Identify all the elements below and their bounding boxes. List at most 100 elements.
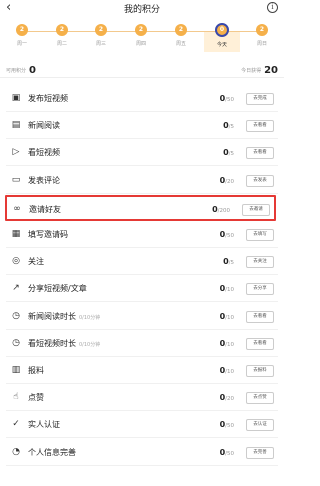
page-title: 我的积分	[123, 5, 160, 15]
task-row[interactable]: ◷ 新闻阅读时长 0/10分钟 0/10 去看看	[6, 304, 278, 330]
task-action-button[interactable]: 去发表	[246, 175, 274, 187]
day-marker: 2 周四	[126, 24, 156, 47]
task-row[interactable]: ✓ 实人认证 0/50 去认证	[6, 412, 278, 438]
today-earned-label: 今日获得	[241, 68, 262, 74]
task-label: 新闻阅读时长 0/10分钟	[28, 312, 101, 321]
available-points-label: 可用积分	[6, 68, 27, 74]
day-points-dot: 2	[135, 24, 147, 36]
task-score: 0/20	[219, 393, 234, 402]
day-marker: 2 周二	[47, 24, 77, 47]
task-score: 0/50	[219, 230, 234, 239]
task-score: 0/10	[219, 366, 234, 375]
day-marker: 2 周三	[86, 24, 116, 47]
day-label: 周一	[16, 41, 27, 47]
task-score: 0/10	[219, 284, 234, 293]
task-action-button[interactable]: 去填写	[246, 229, 274, 241]
task-score: 0/5	[223, 148, 234, 157]
task-action-button[interactable]: 去认证	[246, 419, 274, 431]
task-score: 0/50	[219, 448, 234, 457]
task-score: 0/5	[223, 121, 234, 130]
info-icon[interactable]: i	[267, 2, 278, 13]
invite-icon: ∞	[13, 204, 21, 214]
news-icon: ▤	[11, 120, 21, 130]
task-action-button[interactable]: 去点赞	[246, 392, 274, 404]
task-row[interactable]: ◔ 个人信息完善 0/50 去完善	[6, 440, 278, 466]
keyboard-icon: ▦	[11, 229, 21, 239]
task-action-button[interactable]: 去分享	[246, 283, 274, 295]
profile-icon: ◔	[12, 447, 20, 457]
video-timer-icon: ◷	[12, 338, 20, 348]
follow-icon: ◎	[12, 256, 20, 266]
task-label: 填写邀请码	[28, 230, 68, 239]
day-points-dot: 2	[95, 24, 107, 36]
points-summary: 可用积分 0 今日获得 20	[0, 52, 284, 78]
task-row[interactable]: ▤ 新闻阅读 0/5 去看看	[6, 113, 278, 139]
task-row[interactable]: ▥ 报料 0/10 去报料	[6, 358, 278, 384]
task-score: 0/20	[219, 176, 234, 185]
task-label: 关注	[28, 257, 44, 266]
day-label: 周四	[135, 41, 146, 47]
task-row[interactable]: ☝ 点赞 0/20 去点赞	[6, 385, 278, 411]
task-label: 实人认证	[28, 420, 60, 429]
task-row[interactable]: ▣ 发布短视频 0/50 去完成	[6, 86, 278, 112]
read-timer-icon: ◷	[12, 311, 20, 321]
task-score: 0/10	[219, 312, 234, 321]
day-points-dot: 2	[56, 24, 68, 36]
task-row[interactable]: ∞ 邀请好友 0/200 去邀请	[5, 195, 276, 221]
task-progress-sub: 0/10分钟	[79, 315, 101, 321]
weekly-checkin: 2 周一 2 周二 2 周三 2 周四 2 周五 0 今天 2 周日	[0, 18, 284, 52]
task-action-button[interactable]: 去看看	[246, 147, 274, 159]
day-marker: 2 周五	[166, 24, 196, 47]
task-action-button[interactable]: 去完成	[246, 93, 274, 105]
day-label: 周日	[256, 41, 267, 47]
task-action-button[interactable]: 去看看	[246, 120, 274, 132]
today-earned-value: 20	[264, 65, 278, 76]
task-score: 0/10	[219, 339, 234, 348]
play-icon: ▷	[12, 147, 20, 157]
task-row[interactable]: ▷ 看短视频 0/5 去看看	[6, 140, 278, 166]
task-progress-sub: 0/10分钟	[79, 342, 101, 348]
task-label: 看短视频	[28, 148, 60, 157]
share-icon: ↗	[12, 283, 20, 293]
available-points-value: 0	[29, 65, 36, 76]
task-label: 发布短视频	[28, 94, 68, 103]
task-row[interactable]: ↗ 分享短视频/文章 0/10 去分享	[6, 276, 278, 302]
day-marker: 0 今天	[207, 23, 237, 48]
day-points-dot: 2	[256, 24, 268, 36]
task-row[interactable]: ▦ 填写邀请码 0/50 去填写	[6, 222, 278, 248]
task-action-button[interactable]: 去关注	[246, 256, 274, 268]
day-label: 今天	[216, 42, 227, 48]
report-icon: ▥	[11, 365, 21, 375]
thumbs-up-icon: ☝	[13, 392, 19, 402]
day-marker: 2 周一	[7, 24, 37, 47]
day-points-dot: 0	[215, 23, 229, 37]
task-action-button[interactable]: 去看看	[246, 338, 274, 350]
task-label: 报料	[28, 366, 44, 375]
task-score: 0/5	[223, 257, 234, 266]
day-label: 周二	[56, 41, 67, 47]
task-row[interactable]: ▭ 发表评论 0/20 去发表	[6, 168, 278, 194]
task-label: 个人信息完善	[28, 448, 76, 457]
task-label: 分享短视频/文章	[28, 284, 87, 293]
task-row[interactable]: ◎ 关注 0/5 去关注	[6, 249, 278, 275]
task-label: 看短视频时长 0/10分钟	[28, 339, 101, 348]
task-score: 0/50	[219, 420, 234, 429]
day-points-dot: 2	[175, 24, 187, 36]
day-label: 周三	[95, 41, 106, 47]
verify-icon: ✓	[12, 419, 20, 429]
task-action-button[interactable]: 去邀请	[242, 204, 270, 216]
header: ‹ 我的积分 i	[0, 0, 284, 18]
task-score: 0/50	[219, 94, 234, 103]
task-action-button[interactable]: 去报料	[246, 365, 274, 377]
day-points-dot: 2	[16, 24, 28, 36]
comment-icon: ▭	[11, 175, 21, 185]
task-score: 0/200	[212, 205, 230, 214]
task-label: 点赞	[28, 393, 44, 402]
task-label: 邀请好友	[29, 205, 61, 214]
task-action-button[interactable]: 去看看	[246, 311, 274, 323]
task-label: 发表评论	[28, 176, 60, 185]
task-row[interactable]: ◷ 看短视频时长 0/10分钟 0/10 去看看	[6, 331, 278, 357]
task-action-button[interactable]: 去完善	[246, 447, 274, 459]
video-post-icon: ▣	[11, 93, 21, 103]
task-label: 新闻阅读	[28, 121, 60, 130]
